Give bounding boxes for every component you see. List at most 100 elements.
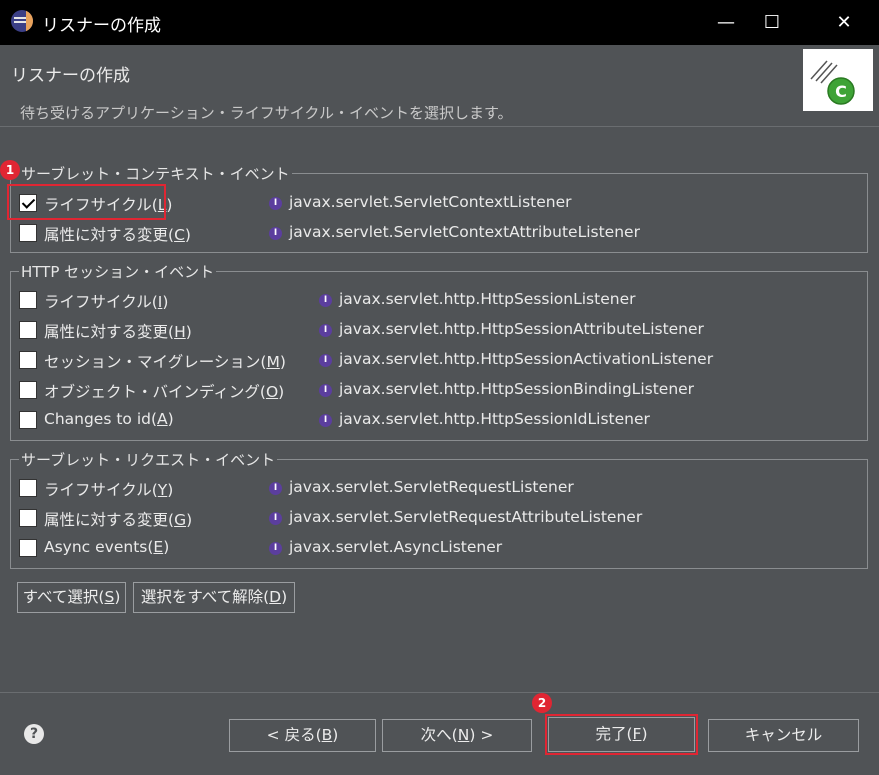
next-button[interactable]: 次へ(N) > (382, 719, 532, 752)
button-mnemonic: D (269, 588, 282, 606)
group-servlet-request-events: サーブレット・リクエスト・イベント ライフサイクル(Y) Ijavax.serv… (10, 449, 868, 569)
interface-icon: I (269, 197, 282, 210)
label-text: 属性に対する変更( (44, 323, 175, 341)
interface-name: javax.servlet.http.HttpSessionActivation… (339, 350, 714, 368)
listener-interface: Ijavax.servlet.http.HttpSessionActivatio… (319, 350, 713, 368)
button-suffix: ) (281, 588, 288, 606)
listener-interface: Ijavax.servlet.ServletRequestAttributeLi… (269, 508, 642, 526)
checkbox-label: Changes to id(A) (44, 410, 174, 428)
interface-name: javax.servlet.http.HttpSessionBindingLis… (339, 380, 695, 398)
checkbox-row-session-lifecycle[interactable]: ライフサイクル(I) Ijavax.servlet.http.HttpSessi… (19, 287, 859, 317)
listener-interface: Ijavax.servlet.http.HttpSessionBindingLi… (319, 380, 694, 398)
interface-name: javax.servlet.http.HttpSessionAttributeL… (339, 320, 704, 338)
title-bar: リスナーの作成 — ☐ ✕ (0, 0, 879, 45)
button-mnemonic: S (104, 588, 115, 606)
group-http-session-events: HTTP セッション・イベント ライフサイクル(I) Ijavax.servle… (10, 261, 868, 441)
label-text: オブジェクト・バインディング( (44, 383, 266, 401)
checkbox-label: 属性に対する変更(G) (44, 508, 192, 530)
button-label: 選択をすべて解除( (140, 588, 270, 606)
label-suffix: ) (167, 410, 174, 428)
checkbox[interactable] (19, 479, 37, 497)
maximize-button[interactable]: ☐ (746, 0, 798, 45)
interface-icon: I (319, 384, 332, 397)
interface-icon: I (319, 354, 332, 367)
wizard-header: リスナーの作成 待ち受けるアプリケーション・ライフサイクル・イベントを選択します… (0, 45, 879, 122)
label-suffix: ) (162, 293, 169, 311)
listener-interface: Ijavax.servlet.http.HttpSessionAttribute… (319, 320, 704, 338)
back-button[interactable]: < 戻る(B) (229, 719, 376, 752)
label-text: 属性に対する変更( (44, 511, 175, 529)
interface-icon: I (319, 414, 332, 427)
minimize-button[interactable]: — (700, 0, 752, 45)
group-title: サーブレット・リクエスト・イベント (19, 449, 278, 470)
checkbox-label: セッション・マイグレーション(M) (44, 350, 286, 372)
checkbox-label: 属性に対する変更(C) (44, 223, 191, 245)
checkbox-row-async-events[interactable]: Async events(E) Ijavax.servlet.AsyncList… (19, 535, 859, 565)
label-mnemonic: H (174, 323, 186, 341)
checkbox-row-request-attribute[interactable]: 属性に対する変更(G) Ijavax.servlet.ServletReques… (19, 505, 859, 535)
label-mnemonic: Y (157, 481, 168, 499)
group-title: HTTP セッション・イベント (19, 261, 217, 282)
listener-interface: Ijavax.servlet.ServletRequestListener (269, 478, 574, 496)
checkbox-label: ライフサイクル(Y) (44, 478, 173, 500)
button-label: 次へ( (420, 726, 458, 744)
header-separator (0, 126, 879, 127)
button-suffix: ) (114, 588, 121, 606)
select-all-button[interactable]: すべて選択(S) (17, 582, 126, 613)
checkbox[interactable] (19, 381, 37, 399)
button-mnemonic: B (321, 726, 333, 744)
checkbox-label: ライフサイクル(I) (44, 290, 168, 312)
checkbox[interactable] (19, 539, 37, 557)
checkbox[interactable] (19, 351, 37, 369)
button-suffix: ) > (469, 726, 494, 744)
highlight-box-lifecycle (7, 184, 166, 220)
help-icon[interactable]: ? (24, 724, 44, 744)
listener-interface: Ijavax.servlet.http.HttpSessionIdListene… (319, 410, 650, 428)
label-mnemonic: E (153, 538, 164, 556)
checkbox[interactable] (19, 291, 37, 309)
interface-name: javax.servlet.AsyncListener (289, 538, 503, 556)
button-suffix: ) (332, 726, 339, 744)
cancel-button[interactable]: キャンセル (708, 719, 859, 752)
label-suffix: ) (185, 323, 192, 341)
button-mnemonic: N (457, 726, 470, 744)
eclipse-app-icon (11, 10, 33, 32)
interface-icon: I (269, 542, 282, 555)
checkbox-row-session-migration[interactable]: セッション・マイグレーション(M) Ijavax.servlet.http.Ht… (19, 347, 859, 377)
interface-icon: I (319, 324, 332, 337)
label-text: セッション・マイグレーション( (44, 353, 267, 371)
checkbox-row-request-lifecycle[interactable]: ライフサイクル(Y) Ijavax.servlet.ServletRequest… (19, 475, 859, 505)
label-mnemonic: C (174, 226, 185, 244)
label-text: Async events( (44, 538, 154, 556)
checkbox-row-session-id-change[interactable]: Changes to id(A) Ijavax.servlet.http.Htt… (19, 407, 859, 437)
interface-name: javax.servlet.ServletContextAttributeLis… (289, 223, 640, 241)
checkbox[interactable] (19, 321, 37, 339)
label-suffix: ) (167, 481, 174, 499)
label-mnemonic: M (266, 353, 280, 371)
checkbox[interactable] (19, 224, 37, 242)
listener-interface: Ijavax.servlet.AsyncListener (269, 538, 502, 556)
checkbox-row-object-binding[interactable]: オブジェクト・バインディング(O) Ijavax.servlet.http.Ht… (19, 377, 859, 407)
close-button[interactable]: ✕ (818, 0, 870, 45)
checkbox-row-context-attribute[interactable]: 属性に対する変更(C) Ijavax.servlet.ServletContex… (19, 220, 859, 250)
interface-icon: I (269, 512, 282, 525)
listener-interface: Ijavax.servlet.http.HttpSessionListener (319, 290, 635, 308)
checkbox[interactable] (19, 411, 37, 429)
checkbox-row-session-attribute[interactable]: 属性に対する変更(H) Ijavax.servlet.http.HttpSess… (19, 317, 859, 347)
highlight-box-finish (545, 714, 698, 755)
interface-name: javax.servlet.ServletRequestListener (289, 478, 574, 496)
button-label: すべて選択( (22, 588, 105, 606)
interface-name: javax.servlet.ServletContextListener (289, 193, 572, 211)
checkbox[interactable] (19, 509, 37, 527)
interface-name: javax.servlet.http.HttpSessionListener (339, 290, 636, 308)
step-badge-1: 1 (0, 160, 20, 180)
interface-icon: I (269, 482, 282, 495)
footer-separator (0, 692, 879, 693)
label-suffix: ) (163, 538, 170, 556)
class-c-icon: C (835, 82, 847, 101)
deselect-all-button[interactable]: 選択をすべて解除(D) (133, 582, 295, 613)
label-suffix: ) (279, 353, 286, 371)
checkbox-label: Async events(E) (44, 538, 169, 556)
listener-interface: Ijavax.servlet.ServletContextAttributeLi… (269, 223, 640, 241)
interface-name: javax.servlet.http.HttpSessionIdListener (339, 410, 650, 428)
